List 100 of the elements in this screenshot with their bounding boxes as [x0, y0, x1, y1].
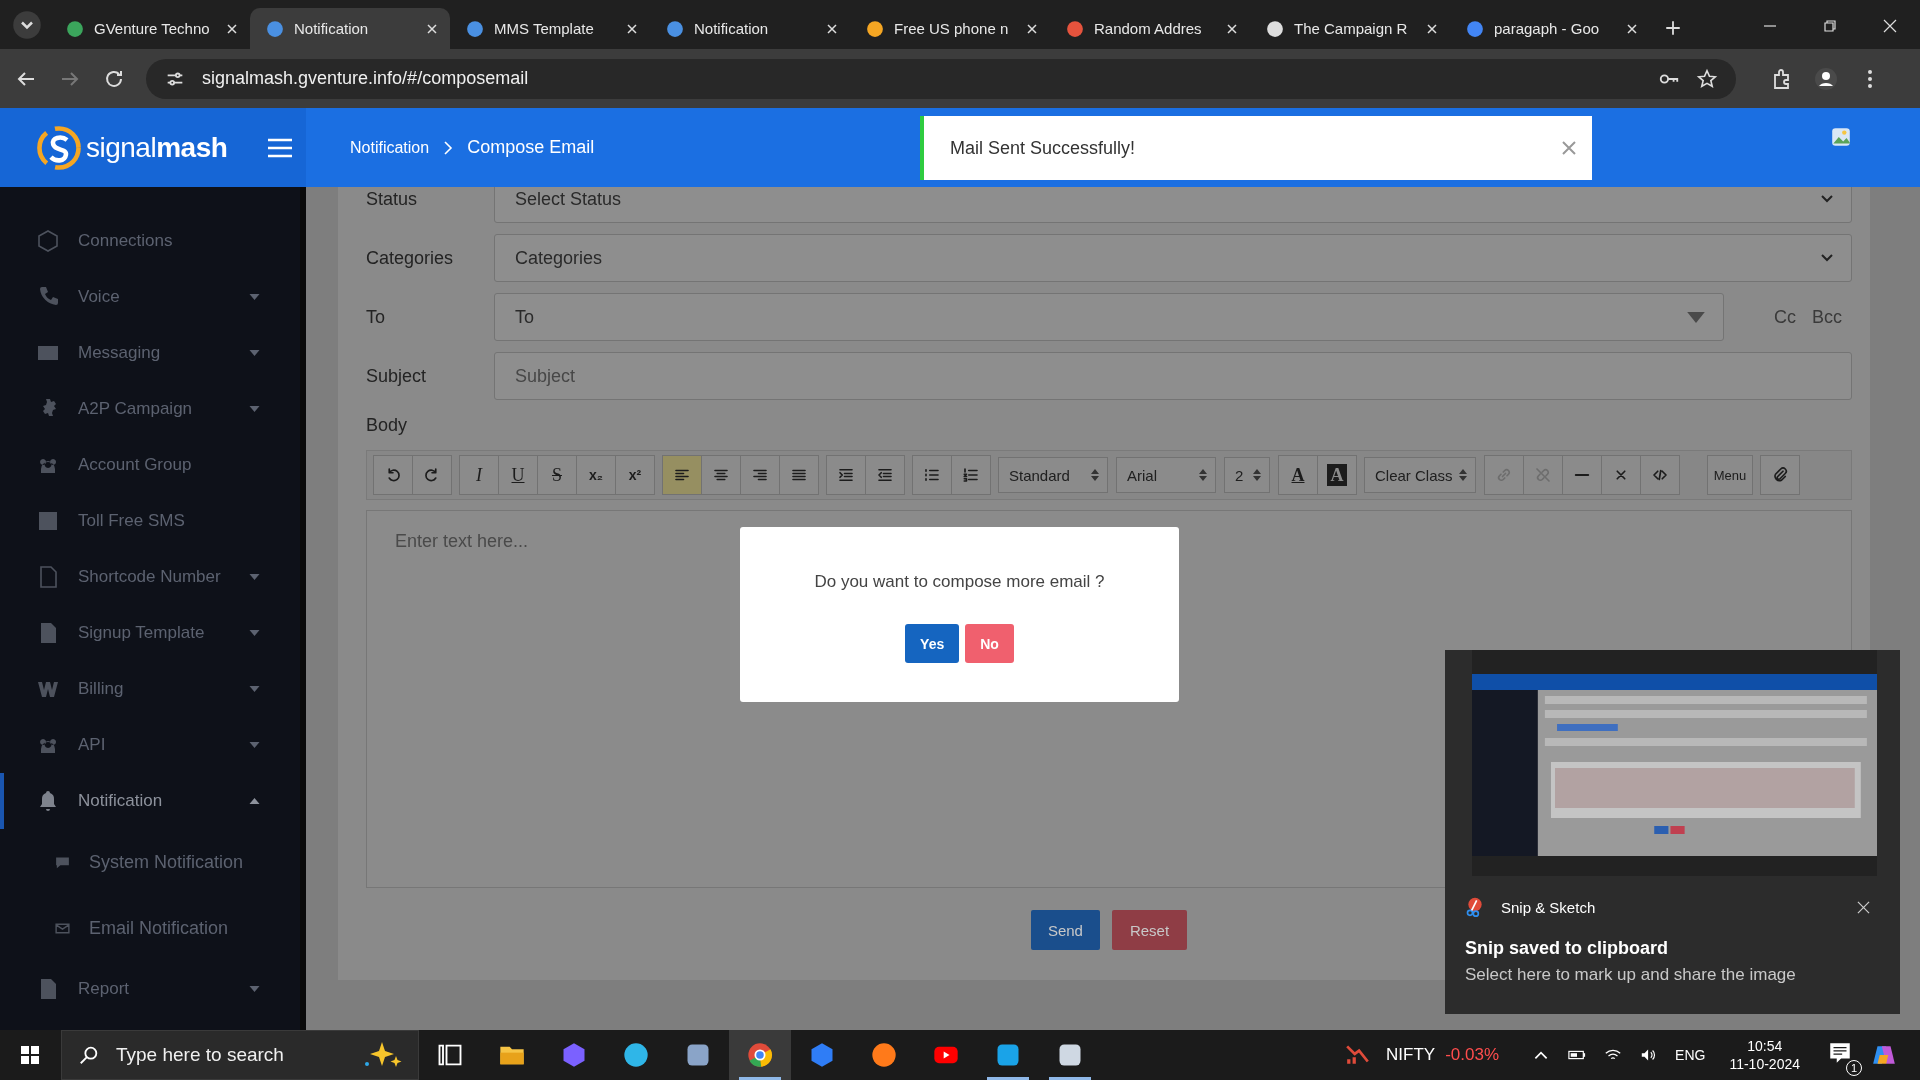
- taskbar-search-bar[interactable]: Type here to search: [61, 1030, 419, 1080]
- new-tab-icon[interactable]: [1664, 19, 1682, 37]
- browser-tab[interactable]: Notification: [250, 8, 450, 49]
- sort-arrows-icon: [1091, 469, 1099, 481]
- logo-text: signalmash: [86, 131, 228, 164]
- chevron-right-icon: [443, 139, 454, 156]
- search-icon: [78, 1044, 100, 1066]
- sidebar-item[interactable]: Billing: [0, 661, 300, 717]
- select-field[interactable]: Select Status: [494, 187, 1852, 223]
- toolbar-button[interactable]: [1601, 455, 1641, 495]
- toolbar-button[interactable]: [779, 455, 819, 495]
- sidebar-item[interactable]: Connections: [0, 213, 300, 269]
- sidebar-item[interactable]: Account Group: [0, 437, 300, 493]
- send-button[interactable]: Send: [1030, 910, 1100, 950]
- chevron-down-icon: [1821, 254, 1833, 262]
- field-label: Categories: [366, 247, 455, 269]
- browser-tab[interactable]: Free US phone n: [850, 8, 1050, 49]
- recipient-field[interactable]: To: [494, 293, 1724, 341]
- select-field[interactable]: Categories: [494, 234, 1852, 282]
- toolbar-button[interactable]: x²: [615, 455, 655, 495]
- search-field[interactable]: Type here to search: [114, 1043, 348, 1067]
- outdent-icon: [876, 466, 894, 484]
- address-bar[interactable]: signalmash.gventure.info/#/composemail: [146, 58, 1736, 99]
- sidebar-item[interactable]: Shortcode Number: [0, 549, 300, 605]
- toolbar-button[interactable]: S: [537, 455, 577, 495]
- menu-icon[interactable]: [267, 136, 294, 159]
- toast-message: Mail Sent Successfully!: [950, 137, 1137, 159]
- toolbar-select[interactable]: Clear Class: [1364, 457, 1476, 493]
- field-label: To: [366, 306, 386, 328]
- breadcrumb-link[interactable]: Compose Email: [467, 137, 595, 158]
- unlink-icon: [1534, 466, 1552, 484]
- star-icon[interactable]: [1696, 67, 1718, 90]
- toolbar-button[interactable]: [1760, 455, 1800, 495]
- toolbar-button[interactable]: [951, 455, 991, 495]
- clock-date[interactable]: 11-10-2024: [1729, 1056, 1800, 1072]
- toolbar-button[interactable]: [701, 455, 741, 495]
- subject-field[interactable]: Subject: [494, 352, 1852, 400]
- caret-icon: [249, 406, 260, 412]
- toolbar-button[interactable]: U: [498, 455, 538, 495]
- sidebar-item[interactable]: Report: [0, 961, 300, 1017]
- toolbar-button[interactable]: A: [1317, 455, 1357, 495]
- taskbar-app[interactable]: [729, 1030, 791, 1080]
- toolbar-button[interactable]: [912, 455, 952, 495]
- field-label: Body: [366, 415, 409, 436]
- cc-link[interactable]: Cc: [1774, 306, 1796, 328]
- caret-icon: [249, 630, 260, 636]
- sidebar-item[interactable]: API: [0, 717, 300, 773]
- no-button[interactable]: No: [965, 624, 1014, 663]
- sidebar-subitem[interactable]: System Notification: [0, 829, 300, 895]
- sidebar-subitem[interactable]: Email Notification: [0, 895, 300, 961]
- caret-icon: [249, 986, 260, 992]
- profile-icon[interactable]: [1814, 66, 1838, 91]
- toolbar-button[interactable]: [1640, 455, 1680, 495]
- windows-start-icon[interactable]: [20, 1045, 40, 1065]
- toolbar-button[interactable]: [740, 455, 780, 495]
- cc-link[interactable]: Bcc: [1812, 306, 1842, 328]
- toolbar-select[interactable]: Standard: [998, 457, 1108, 493]
- toolbar-button[interactable]: [826, 455, 866, 495]
- chevron-down-icon: [1821, 195, 1833, 203]
- tab-search-icon[interactable]: [12, 10, 42, 40]
- reset-button[interactable]: Reset: [1111, 910, 1188, 950]
- sidebar-item[interactable]: A2P Campaign: [0, 381, 300, 437]
- clock-time[interactable]: 10:54: [1747, 1038, 1783, 1054]
- breadcrumb-link[interactable]: Notification: [350, 138, 430, 157]
- scissors-icon: [1465, 896, 1485, 918]
- toolbar-button[interactable]: [865, 455, 905, 495]
- toolbar-button[interactable]: Menu: [1707, 455, 1753, 495]
- toolbar-button[interactable]: A: [1278, 455, 1318, 495]
- toolbar-select[interactable]: 2: [1224, 457, 1270, 493]
- paperclip-icon: [1771, 466, 1789, 484]
- browser-tab[interactable]: Notification: [650, 8, 850, 49]
- sort-arrows-icon: [1199, 469, 1207, 481]
- toolbar-select[interactable]: Arial: [1116, 457, 1216, 493]
- close-icon[interactable]: [1857, 900, 1870, 914]
- browser-tab[interactable]: GVenture Techno: [50, 8, 250, 49]
- browser-tab[interactable]: The Campaign R: [1250, 8, 1450, 49]
- toolbar-button[interactable]: [412, 455, 452, 495]
- sidebar-item[interactable]: Notification: [0, 773, 300, 829]
- caret-icon: [249, 294, 260, 300]
- sort-arrows-icon: [1253, 469, 1261, 481]
- favicon-icon: [1266, 19, 1284, 38]
- sidebar-item[interactable]: Signup Template: [0, 605, 300, 661]
- sidebar-item[interactable]: Voice: [0, 269, 300, 325]
- browser-tab[interactable]: Random Addres: [1050, 8, 1250, 49]
- browser-tab[interactable]: MMS Template: [450, 8, 650, 49]
- sidebar-item[interactable]: Toll Free SMS: [0, 493, 300, 549]
- restore-icon[interactable]: [1822, 18, 1838, 34]
- browser-tab[interactable]: paragaph - Goo: [1450, 8, 1650, 49]
- caret-icon: [249, 798, 260, 804]
- toast-notification[interactable]: Snip & Sketch Snip saved to clipboard Select here to mark up and share the image: [1445, 650, 1900, 1014]
- sidebar-item[interactable]: Messaging: [0, 325, 300, 381]
- language-indicator[interactable]: ENG: [1675, 1047, 1706, 1063]
- yes-button[interactable]: Yes: [905, 624, 960, 663]
- toolbar-button[interactable]: x₂: [576, 455, 616, 495]
- toolbar-button[interactable]: [662, 455, 702, 495]
- caret-icon: [249, 742, 260, 748]
- toolbar-button[interactable]: I: [459, 455, 499, 495]
- toolbar-button[interactable]: [373, 455, 413, 495]
- avatar-icon[interactable]: [1830, 125, 1852, 148]
- caret-icon: [249, 350, 260, 356]
